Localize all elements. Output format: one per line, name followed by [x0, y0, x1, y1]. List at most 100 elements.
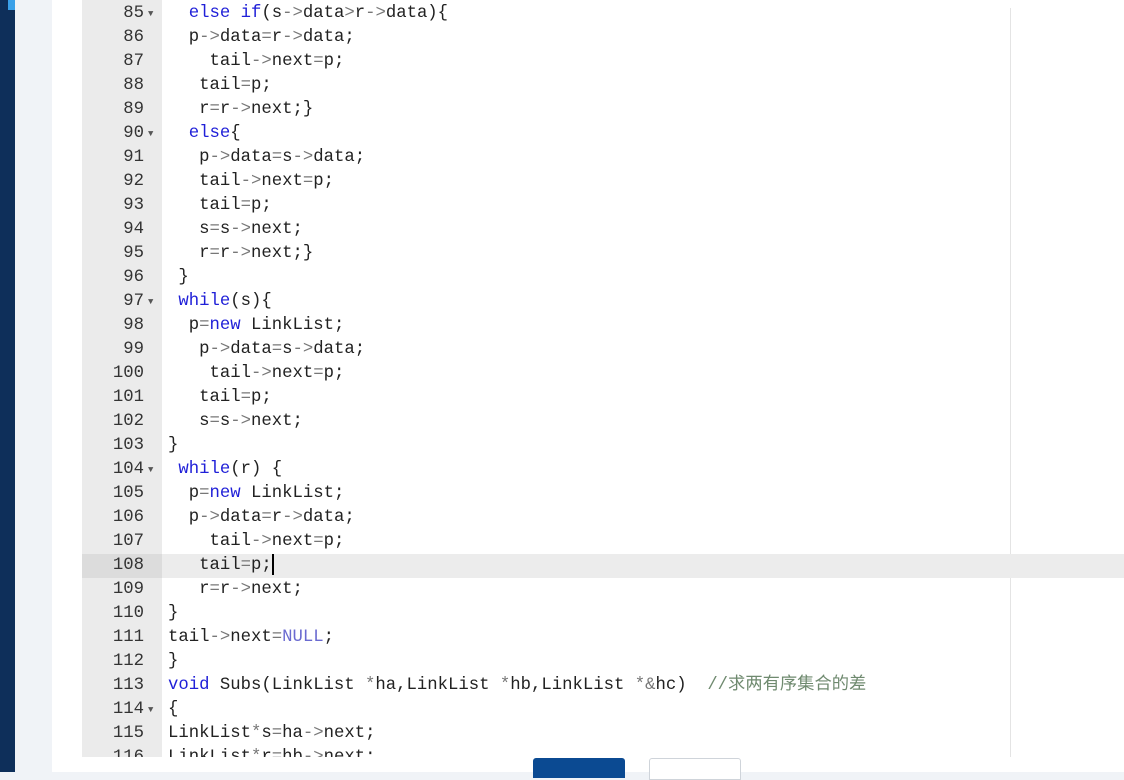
code-line[interactable]: 87 tail->next=p;	[82, 50, 1124, 74]
code-token: {	[230, 124, 241, 143]
code-token: s	[261, 724, 272, 743]
code-token: ->	[230, 580, 251, 599]
code-line[interactable]: 85 ▼ else if(s->data>r->data){	[82, 2, 1124, 26]
code-line[interactable]: 100 tail->next=p;	[82, 362, 1124, 386]
fold-arrow-icon[interactable]: ▼	[148, 458, 153, 482]
code-token: p	[168, 484, 200, 503]
code-line[interactable]: 111 tail->next=NULL;	[82, 626, 1124, 650]
code-token: }	[168, 652, 179, 671]
code-token: ;	[323, 628, 334, 647]
code-line[interactable]: 88 tail=p;	[82, 74, 1124, 98]
cancel-button[interactable]	[649, 758, 741, 780]
code-token: s	[282, 148, 293, 167]
code-text: p->data=s->data;	[168, 146, 365, 170]
code-token: tail	[168, 76, 241, 95]
code-line[interactable]: 91 p->data=s->data;	[82, 146, 1124, 170]
code-token: *&	[634, 676, 656, 695]
fold-arrow-icon[interactable]: ▼	[148, 698, 153, 722]
code-token: ->	[209, 628, 231, 647]
code-text: tail=p;	[168, 74, 272, 98]
code-line[interactable]: 98 p=new LinkList;	[82, 314, 1124, 338]
code-token: *	[499, 676, 511, 695]
code-line[interactable]: 114 ▼{	[82, 698, 1124, 722]
line-number: 88	[123, 76, 144, 95]
code-token: =	[209, 100, 220, 119]
code-token: ->	[250, 532, 272, 551]
line-number: 93	[123, 196, 144, 215]
line-number: 86	[123, 28, 144, 47]
code-line[interactable]: 109 r=r->next;	[82, 578, 1124, 602]
code-line[interactable]: 103}	[82, 434, 1124, 458]
code-token: ->	[230, 244, 251, 263]
fold-arrow-icon[interactable]: ▼	[148, 122, 153, 146]
code-line[interactable]: 95 r=r->next;}	[82, 242, 1124, 266]
code-text: tail->next=p;	[168, 170, 334, 194]
code-text: LinkList*r=hb->next;	[168, 746, 375, 757]
code-token: next	[230, 628, 272, 647]
fold-arrow-icon[interactable]: ▼	[148, 290, 153, 314]
code-token: ha	[282, 724, 303, 743]
line-number: 103	[112, 436, 144, 455]
fold-arrow-icon[interactable]: ▼	[148, 2, 153, 26]
code-line[interactable]: 115 LinkList*s=ha->next;	[82, 722, 1124, 746]
code-line[interactable]: 97 ▼ while(s){	[82, 290, 1124, 314]
code-editor[interactable]: 85 ▼ else if(s->data>r->data){86 p->data=…	[82, 0, 1124, 757]
code-token: next;	[250, 412, 303, 431]
code-token: ->	[282, 508, 303, 527]
code-token: }	[168, 436, 179, 455]
code-text: tail=p;	[168, 194, 272, 218]
code-line[interactable]: 106 p->data=r->data;	[82, 506, 1124, 530]
text-cursor	[271, 554, 274, 575]
code-line[interactable]: 102 s=s->next;	[82, 410, 1124, 434]
code-text: tail->next=p;	[168, 530, 344, 554]
code-token: =	[240, 196, 251, 215]
code-token: =	[209, 412, 220, 431]
code-line[interactable]: 112}	[82, 650, 1124, 674]
code-line[interactable]: 92 tail->next=p;	[82, 170, 1124, 194]
code-token: ->	[282, 28, 303, 47]
code-token: p;	[250, 76, 272, 95]
code-line[interactable]: 107 tail->next=p;	[82, 530, 1124, 554]
code-line[interactable]: 105 p=new LinkList;	[82, 482, 1124, 506]
submit-button[interactable]	[533, 758, 625, 778]
code-token: ->	[209, 340, 231, 359]
code-text: else if(s->data>r->data){	[168, 2, 448, 26]
code-line[interactable]: 110}	[82, 602, 1124, 626]
code-token: new	[209, 484, 241, 503]
code-token: data;	[302, 28, 355, 47]
code-text: p=new LinkList;	[168, 314, 345, 338]
code-line[interactable]: 108 tail=p;	[82, 554, 1124, 578]
code-text: while(r) {	[168, 458, 282, 482]
code-line[interactable]: 104 ▼ while(r) {	[82, 458, 1124, 482]
code-token: >	[344, 4, 355, 23]
code-line[interactable]: 86 p->data=r->data;	[82, 26, 1124, 50]
code-line[interactable]: 90 ▼ else{	[82, 122, 1124, 146]
code-line[interactable]: 89 r=r->next;}	[82, 98, 1124, 122]
code-line[interactable]: 116 LinkList*r=hb->next;	[82, 746, 1124, 757]
code-line[interactable]: 93 tail=p;	[82, 194, 1124, 218]
code-line[interactable]: 113 void Subs(LinkList *ha,LinkList *hb,L…	[82, 674, 1124, 698]
code-token: =	[313, 52, 324, 71]
line-number: 87	[123, 52, 144, 71]
line-number: 101	[112, 388, 144, 407]
code-token: r	[168, 580, 210, 599]
code-token: ->	[302, 724, 324, 743]
code-token: tail	[168, 364, 251, 383]
nav-active-indicator	[8, 0, 15, 10]
code-token: r	[168, 244, 210, 263]
code-token: ->	[230, 100, 251, 119]
code-token: tail	[168, 172, 241, 191]
code-token: next	[261, 172, 303, 191]
line-number: 95	[123, 244, 144, 263]
code-token: r	[168, 100, 210, 119]
code-line[interactable]: 94 s=s->next;	[82, 218, 1124, 242]
code-lines[interactable]: 85 ▼ else if(s->data>r->data){86 p->data=…	[82, 2, 1124, 757]
code-token: =	[209, 220, 220, 239]
code-line[interactable]: 99 p->data=s->data;	[82, 338, 1124, 362]
code-line[interactable]: 101 tail=p;	[82, 386, 1124, 410]
code-token: ha,LinkList	[375, 676, 500, 695]
code-line[interactable]: 96 }	[82, 266, 1124, 290]
code-token: =	[209, 244, 220, 263]
